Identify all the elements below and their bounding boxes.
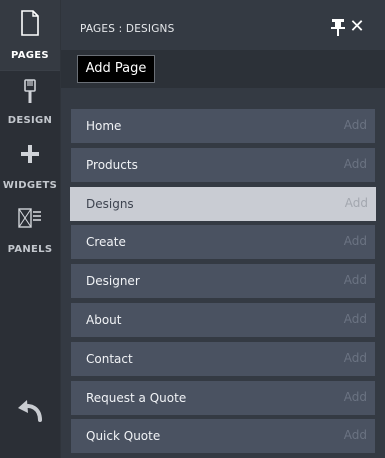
page-row-about[interactable]: About Add (71, 302, 375, 337)
panels-icon (0, 208, 60, 228)
add-subpage-button[interactable]: Add (344, 234, 367, 248)
panel-header: PAGES : DESIGNS ✕ (61, 0, 385, 50)
page-name: Products (86, 157, 138, 172)
page-row-designs[interactable]: Designs Add (70, 186, 376, 221)
add-subpage-button[interactable]: Add (344, 157, 367, 171)
page-name: About (86, 312, 122, 327)
add-subpage-button[interactable]: Add (344, 351, 367, 365)
add-subpage-button[interactable]: Add (344, 312, 367, 326)
add-subpage-button[interactable]: Add (344, 273, 367, 287)
add-subpage-button[interactable]: Add (345, 196, 368, 210)
undo-icon[interactable] (14, 396, 46, 426)
page-row-quick-quote[interactable]: Quick Quote Add (71, 419, 375, 454)
rail-divider (0, 70, 60, 71)
panel-title: PAGES : DESIGNS (80, 23, 175, 35)
add-page-button[interactable]: Add Page (77, 55, 155, 83)
plus-icon (0, 145, 60, 163)
page-name: Home (86, 119, 122, 133)
page-icon (0, 10, 60, 36)
rail-label-design: DESIGN (7, 115, 53, 126)
page-name: Designer (86, 274, 140, 289)
close-icon[interactable]: ✕ (349, 18, 365, 36)
page-row-designer[interactable]: Designer Add (71, 264, 375, 299)
add-subpage-button[interactable]: Add (344, 428, 367, 442)
rail-item-widgets[interactable]: WIDGETS (0, 135, 60, 195)
left-rail: PAGES DESIGN WIDGETS PANELS (0, 0, 60, 458)
rail-label-pages: PAGES (11, 50, 49, 61)
page-name: Contact (86, 351, 133, 366)
rail-label-panels: PANELS (7, 244, 53, 255)
pages-panel: PAGES : DESIGNS ✕ Add Page Home Add Prod… (61, 0, 385, 458)
page-name: Request a Quote (86, 390, 187, 405)
page-row-products[interactable]: Products Add (71, 147, 375, 182)
page-name: Quick Quote (86, 429, 161, 444)
rail-label-widgets: WIDGETS (2, 180, 58, 191)
paintbrush-icon (0, 78, 60, 106)
rail-item-panels[interactable]: PANELS (0, 200, 60, 260)
rail-item-design[interactable]: DESIGN (0, 72, 60, 130)
pin-icon[interactable] (331, 18, 345, 36)
add-subpage-button[interactable]: Add (344, 118, 367, 132)
add-subpage-button[interactable]: Add (344, 390, 367, 404)
page-list: Home Add Products Add Designs Add Create… (70, 109, 376, 458)
page-row-contact[interactable]: Contact Add (71, 341, 375, 376)
page-row-home[interactable]: Home Add (71, 109, 375, 143)
page-name: Create (86, 235, 126, 250)
editor-app: PAGES DESIGN WIDGETS PANELS PAGES: DESI… (0, 0, 385, 458)
rail-item-pages[interactable]: PAGES (0, 0, 60, 70)
page-row-request-a-quote[interactable]: Request a Quote Add (71, 380, 375, 415)
page-name: Designs (86, 196, 134, 211)
page-row-create[interactable]: Create Add (71, 225, 375, 260)
